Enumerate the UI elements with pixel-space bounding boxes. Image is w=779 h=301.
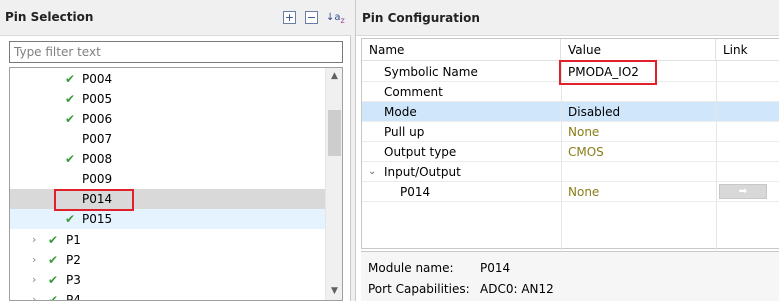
column-header-name[interactable]: Name — [362, 39, 561, 61]
tree-item-label: P004 — [82, 72, 113, 86]
property-grid: Name Value Link Symbolic Name PMODA_IO2 … — [361, 38, 779, 250]
column-header-link[interactable]: Link — [716, 39, 779, 61]
tree-item-p1[interactable]: › ✔ P1 — [10, 230, 326, 250]
check-icon: ✔ — [65, 92, 76, 106]
property-value[interactable]: CMOS — [568, 142, 604, 162]
tree-item-p015[interactable]: ✔ P015 — [10, 209, 326, 229]
tree-item-label: P2 — [66, 253, 81, 267]
tree-item-p014[interactable]: P014 — [10, 189, 326, 209]
chevron-right-icon[interactable]: › — [32, 230, 42, 250]
mode-value-select[interactable]: Disabled — [568, 102, 620, 122]
pin-selection-panel: Pin Selection + − ↓az ✔ P004 ✔ P005 ✔ P0… — [0, 0, 351, 301]
chevron-down-icon[interactable]: ⌄ — [368, 162, 376, 182]
scroll-down-icon[interactable]: ▼ — [326, 283, 342, 300]
pin-configuration-header: Pin Configuration — [356, 0, 779, 36]
property-group-name: Input/Output — [384, 165, 461, 179]
sort-alpha-icon[interactable]: ↓az — [326, 11, 345, 25]
tree-item-p007[interactable]: P007 — [10, 129, 326, 149]
check-icon: ✔ — [65, 112, 76, 126]
column-divider — [716, 61, 717, 250]
pin-selection-header: Pin Selection + − ↓az — [0, 0, 351, 36]
check-icon: ✔ — [48, 293, 59, 301]
tree-item-p4[interactable]: › ✔ P4 — [10, 290, 326, 301]
port-capabilities-value: ADC0: AN12 — [480, 282, 554, 296]
property-name: Output type — [384, 145, 457, 159]
check-icon: ✔ — [48, 273, 59, 287]
tree-item-p008[interactable]: ✔ P008 — [10, 149, 326, 169]
tree-item-label: P007 — [82, 132, 113, 146]
tree-item-p009[interactable]: P009 — [10, 169, 326, 189]
scrollbar-thumb[interactable] — [328, 110, 341, 156]
property-name: Comment — [384, 85, 443, 99]
tree-item-p006[interactable]: ✔ P006 — [10, 109, 326, 129]
chevron-right-icon[interactable]: › — [32, 270, 42, 290]
tree-item-label: P3 — [66, 273, 81, 287]
check-icon: ✔ — [65, 152, 76, 166]
check-icon: ✔ — [48, 233, 59, 247]
tree-item-label: P014 — [82, 192, 113, 206]
property-value[interactable]: None — [568, 122, 599, 142]
tree-item-label: P009 — [82, 172, 113, 186]
check-icon: ✔ — [65, 72, 76, 86]
property-value[interactable]: None — [568, 182, 599, 202]
tree-scrollbar[interactable]: ▲ ▼ — [325, 68, 342, 300]
tree-item-p004[interactable]: ✔ P004 — [10, 69, 326, 89]
column-header-value[interactable]: Value — [561, 39, 716, 61]
arrow-right-icon[interactable]: ➡ — [719, 184, 767, 199]
property-name: Symbolic Name — [384, 65, 478, 79]
pin-tree[interactable]: ✔ P004 ✔ P005 ✔ P006 P007 ✔ P008 P009 P0… — [9, 67, 343, 301]
property-value[interactable]: PMODA_IO2 — [568, 62, 639, 82]
tree-item-p3[interactable]: › ✔ P3 — [10, 270, 326, 290]
chevron-right-icon[interactable]: › — [32, 250, 42, 270]
property-name: P014 — [400, 185, 431, 199]
tree-item-p005[interactable]: ✔ P005 — [10, 89, 326, 109]
property-name: Pull up — [384, 125, 425, 139]
module-name-value: P014 — [480, 261, 511, 275]
pin-selection-title: Pin Selection — [5, 10, 94, 24]
property-name: Mode — [384, 105, 417, 119]
pin-configuration-title: Pin Configuration — [362, 11, 480, 25]
pin-configuration-panel: Pin Configuration Name Value Link Symbol… — [355, 0, 779, 301]
check-icon: ✔ — [65, 212, 76, 226]
tree-item-p2[interactable]: › ✔ P2 — [10, 250, 326, 270]
tree-item-label: P008 — [82, 152, 113, 166]
tree-item-label: P4 — [66, 293, 81, 301]
scroll-up-icon[interactable]: ▲ — [326, 68, 342, 85]
column-divider — [561, 61, 562, 250]
filter-input[interactable] — [9, 41, 343, 63]
check-icon: ✔ — [48, 253, 59, 267]
module-name-label: Module name: — [368, 261, 454, 275]
tree-item-label: P005 — [82, 92, 113, 106]
collapse-all-icon[interactable]: − — [305, 11, 318, 24]
chevron-right-icon[interactable]: › — [32, 290, 42, 300]
tree-item-label: P015 — [82, 212, 113, 226]
tree-item-label: P006 — [82, 112, 113, 126]
pin-details-panel: Module name: P014 Port Capabilities: ADC… — [361, 251, 779, 301]
port-capabilities-label: Port Capabilities: — [368, 282, 470, 296]
tree-item-label: P1 — [66, 233, 81, 247]
expand-all-icon[interactable]: + — [283, 11, 296, 24]
